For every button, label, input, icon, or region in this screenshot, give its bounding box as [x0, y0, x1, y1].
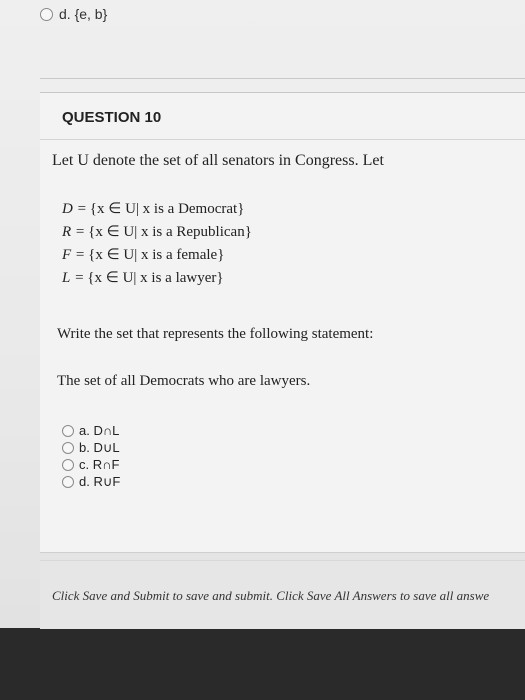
set-name: F	[62, 247, 73, 263]
previous-question-option-d[interactable]: d. {e, b}	[40, 6, 107, 22]
radio-button[interactable]	[62, 475, 74, 488]
option-label: a. D∩L	[79, 423, 120, 438]
answer-option-d[interactable]: d. R∪F	[62, 473, 120, 490]
option-label: d. {e, b}	[59, 6, 108, 22]
set-definition-l: L = {x ∈ U| x is a lawyer}	[62, 267, 252, 290]
radio-button[interactable]	[62, 458, 74, 471]
question-instruction: Write the set that represents the follow…	[57, 326, 374, 342]
save-instructions: Click Save and Submit to save and submit…	[52, 588, 490, 603]
question-intro: Let U denote the set of all senators in …	[52, 152, 384, 169]
answer-option-a[interactable]: a. D∩L	[62, 422, 120, 439]
divider	[40, 78, 525, 79]
set-expression: = {x ∈ U| x is a Democrat}	[77, 201, 245, 217]
radio-button[interactable]	[40, 7, 53, 21]
option-label: d. R∪F	[79, 473, 121, 489]
set-expression: = {x ∈ U| x is a Republican}	[75, 224, 252, 240]
set-name: R	[62, 224, 73, 240]
set-name: L	[62, 270, 72, 286]
answer-option-c[interactable]: c. R∩F	[62, 456, 120, 473]
set-definition-f: F = {x ∈ U| x is a female}	[62, 244, 252, 267]
question-statement: The set of all Democrats who are lawyers…	[57, 373, 311, 389]
divider	[40, 552, 525, 553]
radio-button[interactable]	[62, 424, 74, 437]
divider	[40, 139, 525, 140]
set-expression: = {x ∈ U| x is a lawyer}	[75, 270, 224, 286]
set-expression: = {x ∈ U| x is a female}	[75, 247, 225, 263]
question-title: QUESTION 10	[62, 109, 162, 126]
answer-options: a. D∩L b. D∪L c. R∩F d. R∪F	[62, 422, 120, 490]
set-definition-d: D = {x ∈ U| x is a Democrat}	[62, 198, 252, 221]
option-label: c. R∩F	[79, 457, 120, 472]
option-label: b. D∪L	[79, 439, 120, 455]
set-definition-r: R = {x ∈ U| x is a Republican}	[62, 221, 252, 244]
set-definitions: D = {x ∈ U| x is a Democrat} R = {x ∈ U|…	[62, 198, 252, 290]
set-name: D	[62, 201, 74, 217]
answer-option-b[interactable]: b. D∪L	[62, 439, 120, 456]
radio-button[interactable]	[62, 441, 74, 454]
